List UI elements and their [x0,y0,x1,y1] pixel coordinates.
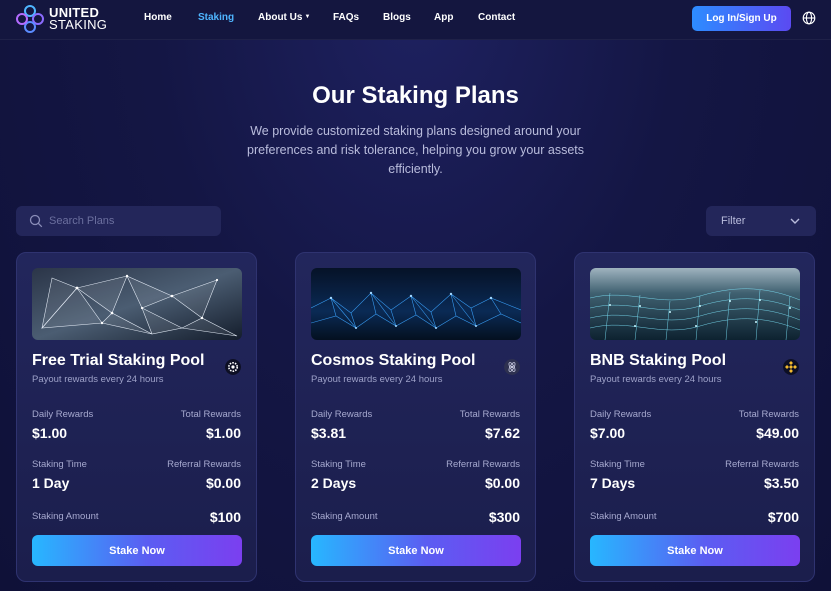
cosmos-coin-icon [504,359,520,375]
stake-now-button[interactable]: Stake Now [32,535,242,566]
staking-time-label: Staking Time [311,459,366,470]
staking-time-label: Staking Time [32,459,87,470]
staking-amount-label: Staking Amount [311,511,378,522]
daily-rewards-value: $3.81 [311,425,347,441]
staking-amount-value: $300 [488,509,520,525]
network-mesh-image [311,268,521,340]
top-nav: UNITED STAKING Home Staking About Us ▼ FA… [0,0,831,40]
referral-rewards-value: $0.00 [205,475,241,491]
search-icon [29,214,43,228]
daily-rewards-value: $1.00 [32,425,68,441]
plan-card-cosmos: Cosmos Staking Pool Payout rewards every… [295,252,536,582]
staking-time-value: 7 Days [590,475,636,491]
total-rewards-value: $7.62 [484,425,520,441]
staking-time-value: 2 Days [311,475,357,491]
daily-rewards-label: Daily Rewards [32,409,94,420]
plan-payout-note: Payout rewards every 24 hours [32,374,164,385]
plan-title: Free Trial Staking Pool [32,352,205,369]
page-title: Our Staking Plans [312,82,519,109]
total-rewards-value: $49.00 [756,425,799,441]
logo-icon [16,5,44,33]
search-box[interactable] [16,206,221,236]
globe-icon[interactable] [802,11,816,25]
nav-contact[interactable]: Contact [478,12,515,23]
plan-card-free-trial: Free Trial Staking Pool Payout rewards e… [16,252,257,582]
brand-name-line2: STAKING [49,17,108,32]
daily-rewards-value: $7.00 [590,425,626,441]
login-signup-button[interactable]: Log In/Sign Up [692,6,791,31]
total-rewards-label: Total Rewards [459,409,520,420]
nav-home[interactable]: Home [144,12,172,23]
nav-about-us-label: About Us [258,12,303,23]
referral-rewards-label: Referral Rewards [725,459,799,470]
plan-card-bnb: BNB Staking Pool Payout rewards every 24… [574,252,815,582]
bnb-coin-icon [783,359,799,375]
network-polygon-image [32,268,242,340]
brand-logo[interactable]: UNITED STAKING [15,3,115,35]
plan-banner-image [311,268,521,340]
daily-rewards-label: Daily Rewards [590,409,652,420]
filter-label: Filter [721,215,746,227]
staking-amount-value: $700 [767,509,799,525]
total-rewards-label: Total Rewards [180,409,241,420]
stake-now-button[interactable]: Stake Now [590,535,800,566]
referral-rewards-label: Referral Rewards [446,459,520,470]
total-rewards-value: $1.00 [205,425,241,441]
staking-amount-value: $100 [209,509,241,525]
nav-app[interactable]: App [434,12,453,23]
plan-title: Cosmos Staking Pool [311,352,476,369]
staking-time-label: Staking Time [590,459,645,470]
nav-blogs[interactable]: Blogs [383,12,411,23]
staking-amount-label: Staking Amount [590,511,657,522]
plan-title: BNB Staking Pool [590,352,727,369]
plan-payout-note: Payout rewards every 24 hours [590,374,722,385]
nav-about-us[interactable]: About Us ▼ [258,12,310,23]
referral-rewards-label: Referral Rewards [167,459,241,470]
staking-amount-label: Staking Amount [32,511,99,522]
staking-time-value: 1 Day [32,475,70,491]
referral-rewards-value: $3.50 [763,475,799,491]
gear-coin-icon [225,359,241,375]
search-input[interactable] [49,213,214,229]
plan-banner-image [32,268,242,340]
daily-rewards-label: Daily Rewards [311,409,373,420]
plan-payout-note: Payout rewards every 24 hours [311,374,443,385]
total-rewards-label: Total Rewards [738,409,799,420]
referral-rewards-value: $0.00 [484,475,520,491]
filter-dropdown[interactable]: Filter [706,206,816,236]
plan-banner-image [590,268,800,340]
nav-staking[interactable]: Staking [198,12,234,23]
stake-now-button[interactable]: Stake Now [311,535,521,566]
page-subtitle: We provide customized staking plans desi… [247,124,584,176]
chevron-down-icon [790,218,800,224]
digital-wave-image [590,268,800,340]
nav-faqs[interactable]: FAQs [333,12,359,23]
caret-down-icon: ▼ [304,14,311,21]
